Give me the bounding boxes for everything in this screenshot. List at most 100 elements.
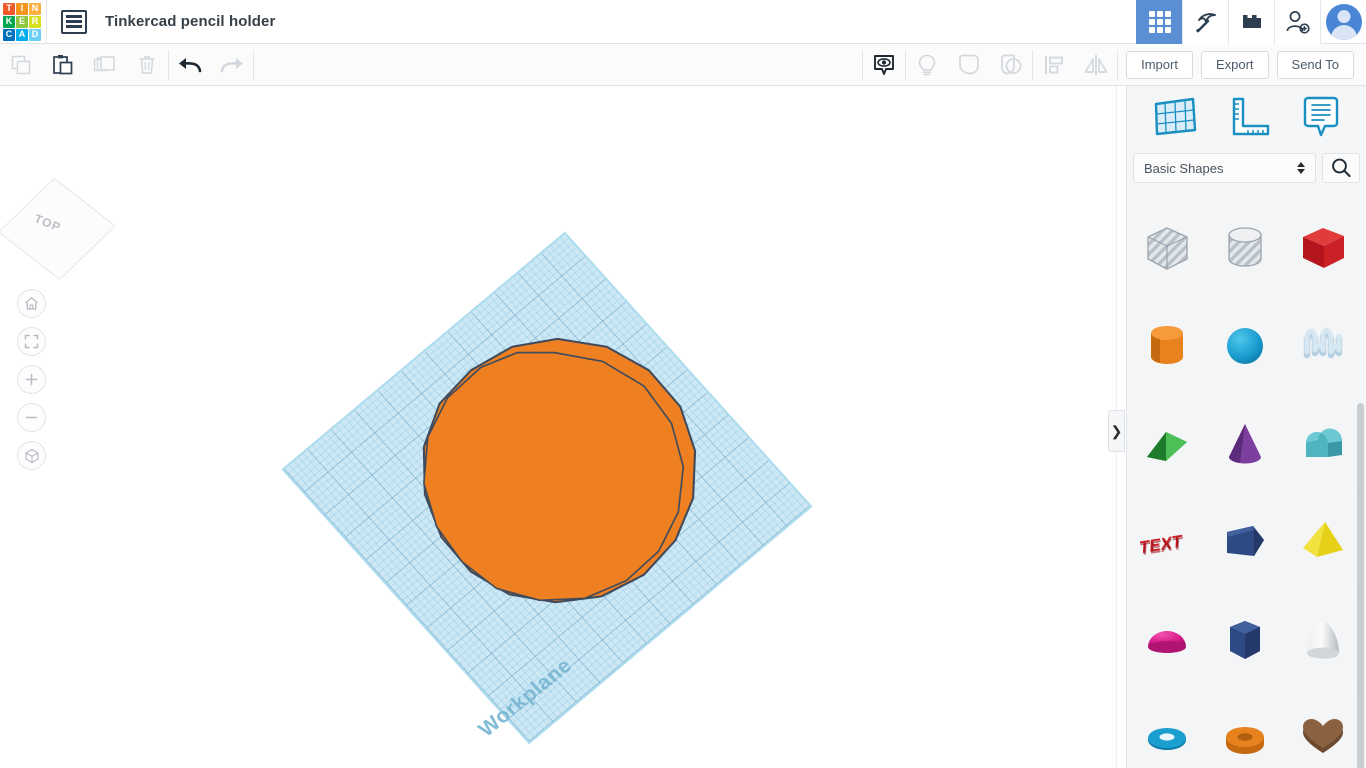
- avatar[interactable]: [1320, 0, 1366, 44]
- import-button[interactable]: Import: [1126, 50, 1193, 79]
- roof-shape[interactable]: [1286, 397, 1360, 491]
- page-title: Tinkercad pencil holder: [105, 13, 276, 30]
- polygon-prism-glyph: [1227, 526, 1264, 556]
- lightbulb-icon[interactable]: [906, 44, 948, 86]
- roof-glyph: [1306, 428, 1343, 457]
- pyramid-shape[interactable]: [1286, 495, 1360, 589]
- panel-tool-icons: [1127, 86, 1366, 148]
- box-hole-shape[interactable]: [1130, 201, 1204, 295]
- lego-brick-glyph: [1242, 14, 1261, 28]
- undo-glyph: [179, 57, 202, 72]
- paste-glyph: [53, 54, 73, 74]
- logo-letter: I: [16, 2, 28, 15]
- sphere-shape[interactable]: [1208, 299, 1282, 393]
- shape-category-select[interactable]: Basic Shapes: [1133, 153, 1316, 183]
- pickaxe-glyph: [1195, 12, 1216, 32]
- wedge-shape[interactable]: [1130, 397, 1204, 491]
- logo-letter: D: [29, 28, 41, 41]
- paraboloid-shape[interactable]: [1286, 593, 1360, 687]
- plus-icon: [25, 373, 38, 386]
- logo-letter: R: [29, 15, 41, 28]
- zoom-out-button[interactable]: [17, 403, 46, 432]
- duplicate-icon[interactable]: [84, 44, 126, 86]
- zoom-in-button[interactable]: [17, 365, 46, 394]
- fit-view-icon: [24, 334, 39, 349]
- export-button[interactable]: Export: [1200, 50, 1269, 79]
- polygon-cylinder-shape[interactable]: [380, 331, 735, 673]
- copy-icon[interactable]: [0, 44, 42, 86]
- grid-view-icon[interactable]: [1136, 0, 1182, 44]
- toolbar-divider-2: [253, 49, 254, 80]
- tinkercad-app: TINKERCAD Tinkercad pencil holder Import…: [0, 0, 1366, 768]
- half-sphere-shape[interactable]: [1130, 593, 1204, 687]
- ruler-icon[interactable]: [1227, 96, 1271, 138]
- tube-glyph: [1226, 727, 1264, 754]
- torus-glyph: [1148, 728, 1186, 750]
- text-glyph: TEXT TEXT: [1140, 530, 1184, 559]
- shape-category-value: Basic Shapes: [1144, 160, 1224, 176]
- notes-icon[interactable]: [1301, 96, 1341, 138]
- minus-icon: [25, 416, 38, 419]
- shapes-scroll-area[interactable]: TEXT TEXT: [1127, 198, 1366, 768]
- logo-letter: C: [3, 28, 15, 41]
- header-right-group: [1136, 0, 1366, 44]
- half-sphere-glyph: [1148, 631, 1186, 653]
- notes-glyph: [1303, 96, 1339, 137]
- cylinder-shape[interactable]: [1130, 299, 1204, 393]
- tinkercad-logo[interactable]: TIN KER CAD: [2, 2, 42, 42]
- design-canvas[interactable]: TOP Workplane: [0, 86, 1116, 768]
- cylinder-hole-glyph: [1228, 227, 1262, 267]
- tube-shape[interactable]: [1208, 691, 1282, 768]
- cylinder-hole-shape[interactable]: [1208, 201, 1282, 295]
- add-user-icon[interactable]: [1274, 0, 1320, 44]
- ungroup-shape-icon[interactable]: [990, 44, 1032, 86]
- projection-toggle-button[interactable]: [17, 441, 46, 470]
- list-icon[interactable]: [61, 9, 87, 34]
- workplane-glyph: [1154, 97, 1197, 136]
- add-user-glyph: [1286, 10, 1310, 34]
- fit-to-view-button[interactable]: [17, 327, 46, 356]
- eye-visibility-icon[interactable]: [863, 44, 905, 86]
- cone-shape[interactable]: [1208, 397, 1282, 491]
- ruler-glyph: [1233, 97, 1270, 136]
- panel-collapse-button[interactable]: ❯: [1108, 410, 1125, 452]
- pickaxe-icon[interactable]: [1182, 0, 1228, 44]
- workplane-icon[interactable]: [1152, 96, 1198, 138]
- group-shape-icon[interactable]: [948, 44, 990, 86]
- box-shape[interactable]: [1286, 201, 1360, 295]
- eye-visibility-glyph: [874, 54, 895, 75]
- home-view-button[interactable]: [17, 289, 46, 318]
- paste-icon[interactable]: [42, 44, 84, 86]
- chevron-updown-icon: [1297, 162, 1305, 174]
- logo-letter: T: [3, 2, 15, 15]
- copy-glyph: [11, 55, 31, 74]
- polygon-prism-shape[interactable]: [1208, 495, 1282, 589]
- heart-shape[interactable]: [1286, 691, 1360, 768]
- undo-icon[interactable]: [169, 44, 211, 86]
- shapes-scrollbar[interactable]: [1357, 403, 1364, 768]
- cone-glyph: [1229, 424, 1261, 464]
- align-icon[interactable]: [1033, 44, 1075, 86]
- search-button[interactable]: [1322, 153, 1360, 183]
- panel-controls: Basic Shapes: [1127, 148, 1366, 188]
- cylinder-glyph: [1151, 326, 1183, 364]
- paraboloid-glyph: [1307, 620, 1339, 659]
- torus-shape[interactable]: [1130, 691, 1204, 768]
- scribble-shape[interactable]: [1286, 299, 1360, 393]
- redo-icon[interactable]: [211, 44, 253, 86]
- send-to-button[interactable]: Send To: [1276, 50, 1354, 79]
- main-toolbar: Import Export Send To: [0, 44, 1366, 86]
- header-divider: [46, 0, 47, 44]
- hex-prism-shape[interactable]: [1208, 593, 1282, 687]
- mirror-icon[interactable]: [1075, 44, 1117, 86]
- scribble-glyph: [1303, 328, 1343, 359]
- text-shape[interactable]: TEXT TEXT: [1130, 495, 1204, 589]
- box-glyph: [1303, 228, 1344, 268]
- lego-brick-icon[interactable]: [1228, 0, 1274, 44]
- logo-letter: A: [16, 28, 28, 41]
- trash-icon[interactable]: [126, 44, 168, 86]
- hex-prism-glyph: [1230, 621, 1260, 659]
- heart-glyph: [1303, 719, 1343, 753]
- wedge-glyph: [1147, 432, 1187, 461]
- sphere-glyph: [1227, 328, 1263, 364]
